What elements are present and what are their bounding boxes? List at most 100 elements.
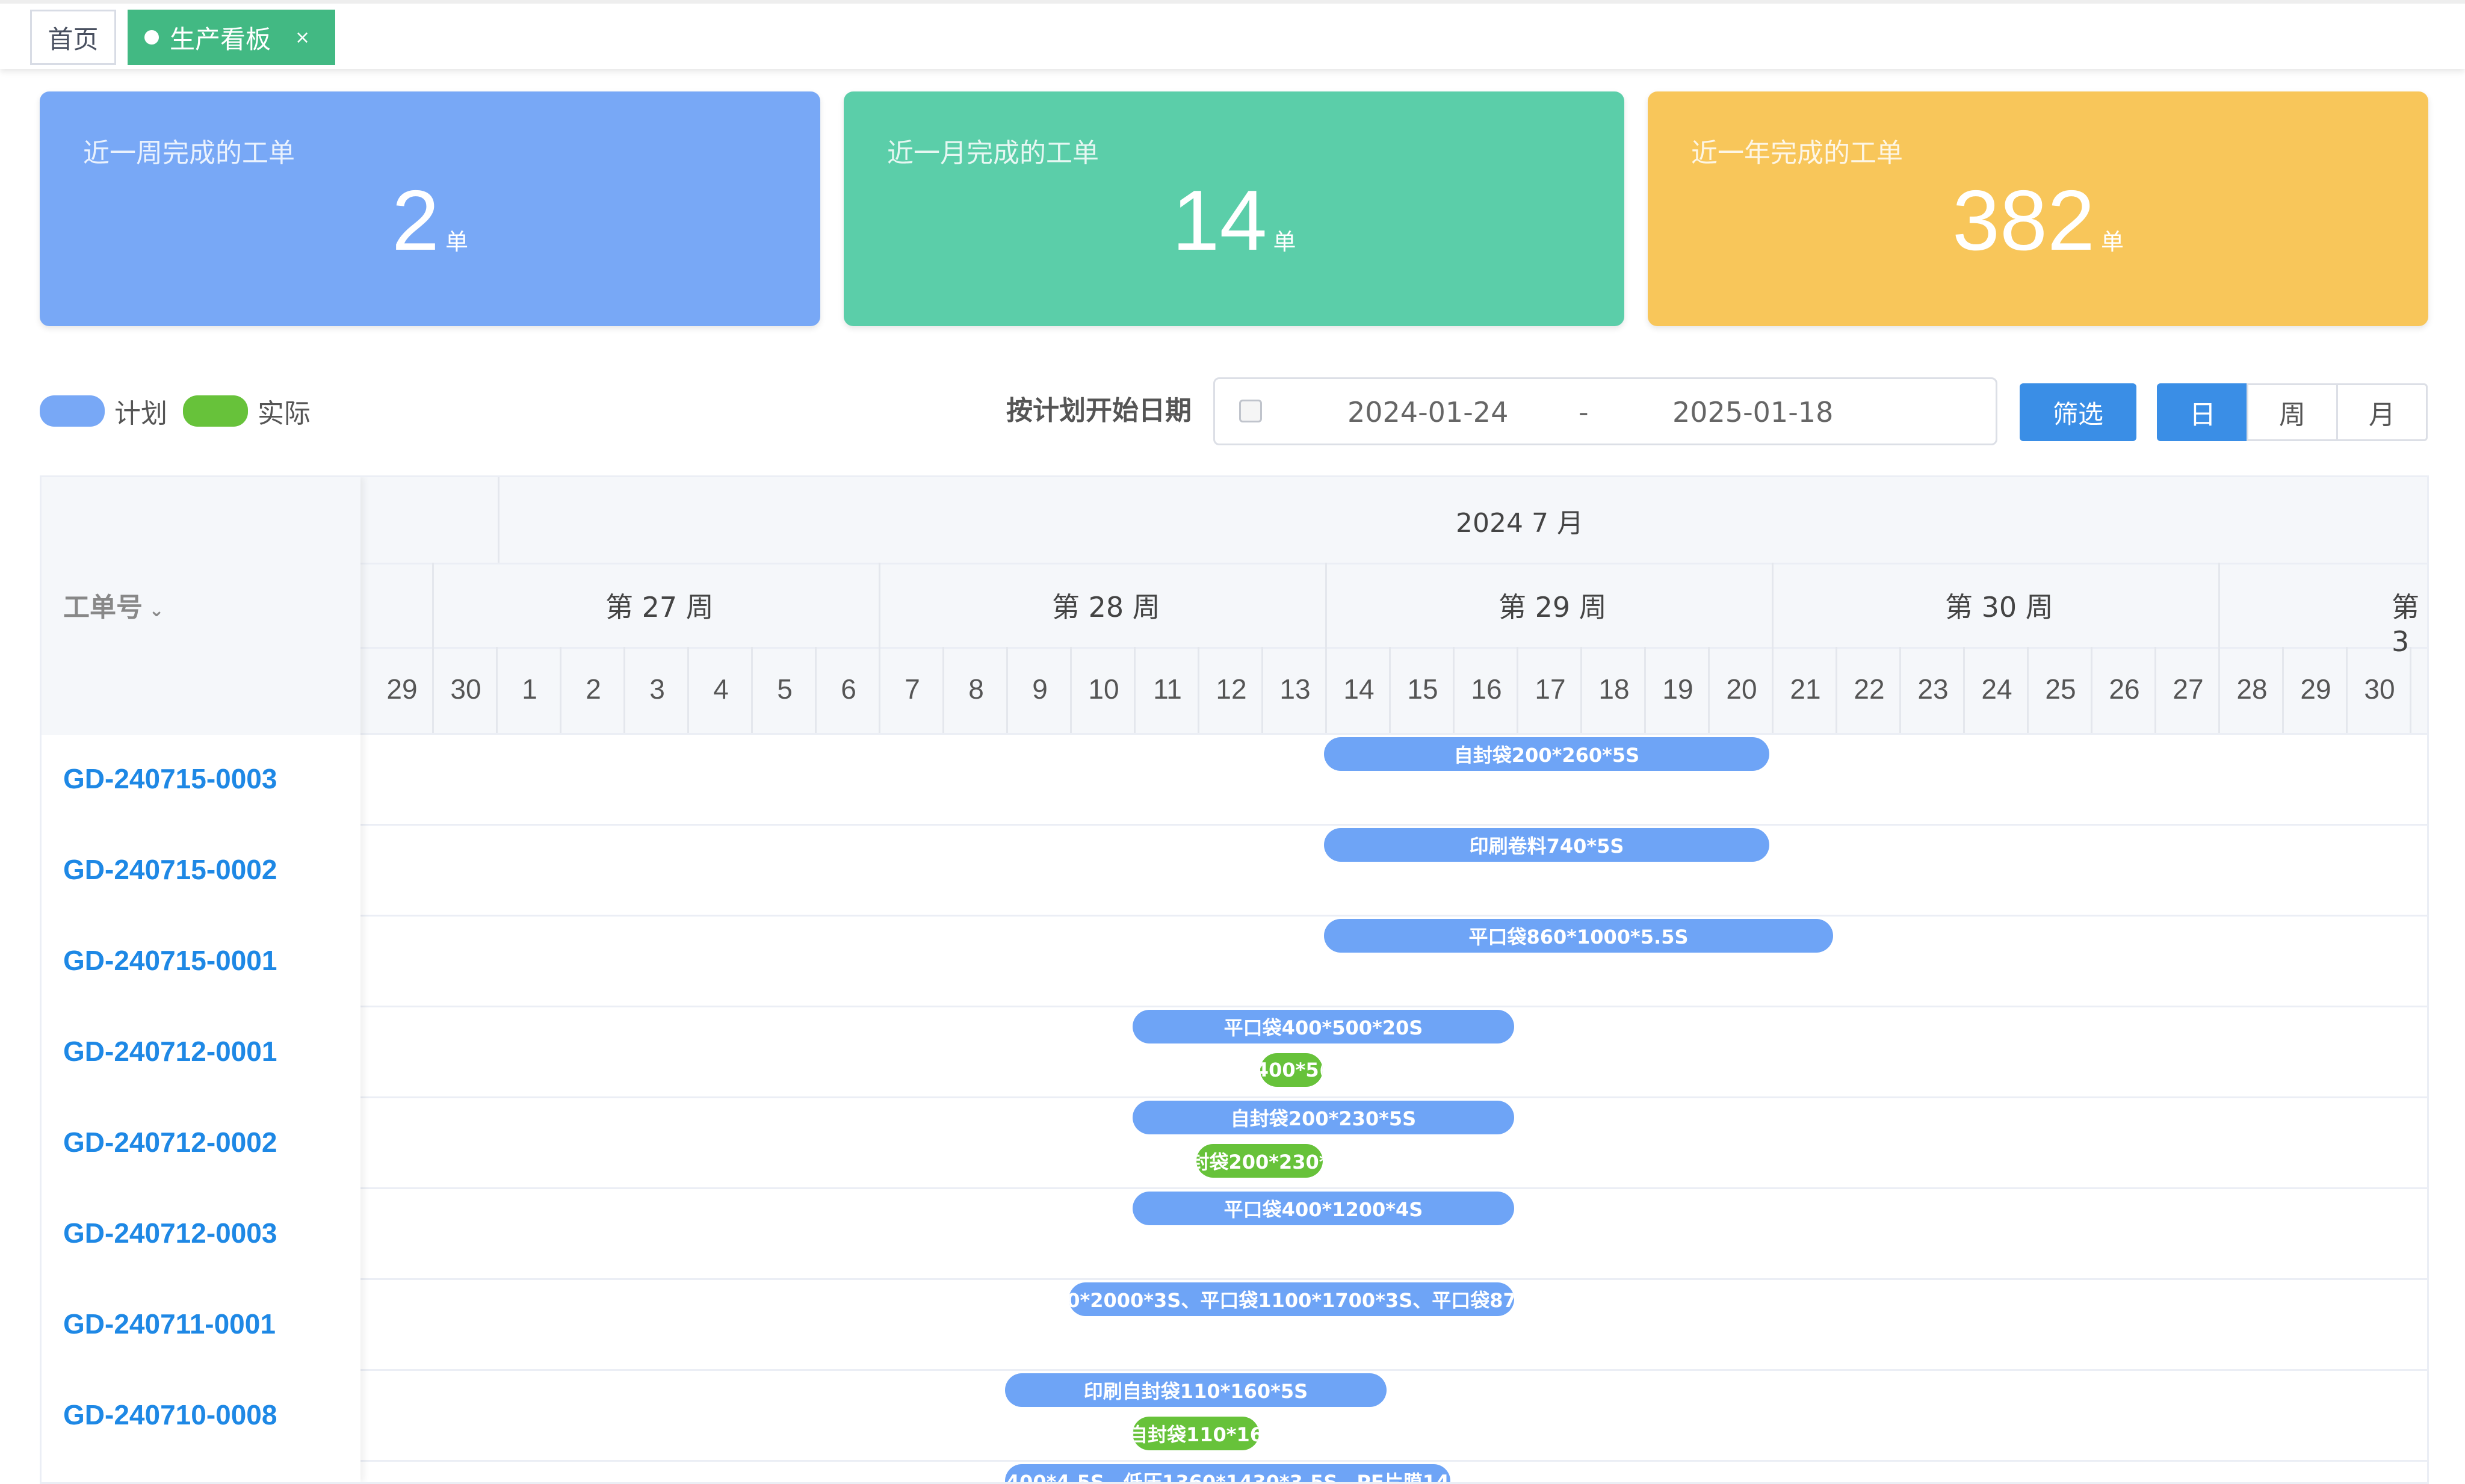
week-divider [2218, 563, 2220, 647]
day-label: 16 [1471, 673, 1502, 705]
plan-bar[interactable]: 自封袋200*230*5S [1133, 1101, 1514, 1134]
week-divider [432, 563, 434, 647]
day-label: 22 [1854, 673, 1885, 705]
stat-card-title: 近一月完成的工单 [887, 138, 1099, 168]
row-divider [42, 915, 2427, 917]
tab-home[interactable]: 首页 [30, 10, 116, 65]
header-divider [498, 477, 499, 563]
legend-plan-swatch [40, 395, 105, 427]
view-week-button[interactable]: 周 [2247, 383, 2338, 441]
filter-button[interactable]: 筛选 [2020, 383, 2136, 441]
row-divider [42, 1006, 2427, 1007]
work-order-id-link[interactable]: GD-240712-0003 [63, 1217, 277, 1249]
work-order-id-link[interactable]: GD-240715-0003 [63, 762, 277, 795]
day-label: 5 [777, 673, 793, 705]
week-label: 第 27 周 [605, 591, 714, 623]
plan-bar[interactable]: 平口袋400*1200*4S [1133, 1192, 1514, 1225]
view-month-button[interactable]: 月 [2336, 383, 2428, 441]
day-label: 18 [1598, 673, 1630, 705]
day-label: 20 [1726, 673, 1757, 705]
active-dot-icon [144, 30, 159, 45]
day-label: 19 [1662, 673, 1693, 705]
day-label: 14 [1343, 673, 1375, 705]
legend-actual-swatch [183, 395, 248, 427]
day-label: 24 [1981, 673, 2012, 705]
week-label: 第 30 周 [1945, 591, 2053, 623]
stat-card-year: 近一年完成的工单 382 单 [1648, 91, 2428, 326]
plan-bar[interactable]: 自封袋200*260*5S [1324, 737, 1769, 771]
sort-chevron-icon[interactable]: ⌄ [143, 600, 164, 621]
week-divider [879, 563, 880, 647]
day-label: 30 [450, 673, 481, 705]
work-order-id-link[interactable]: GD-240711-0001 [63, 1308, 276, 1340]
plan-bar[interactable]: 1400*4.5S、低压1360*1430*3.5S、PE片膜140 [1005, 1464, 1450, 1482]
end-date-input[interactable]: 2025-01-18 [1672, 396, 1833, 428]
legend-actual-label: 实际 [258, 398, 311, 429]
day-label: 28 [2236, 673, 2268, 705]
actual-bar[interactable]: 自封袋110*16 [1133, 1417, 1259, 1450]
row-divider [42, 1369, 2427, 1371]
tab-bar: 首页 生产看板 × [0, 0, 2465, 69]
stat-card-unit: 单 [445, 229, 468, 255]
day-label: 4 [713, 673, 729, 705]
week-label: 第 29 周 [1498, 591, 1607, 623]
calendar-icon [1239, 400, 1262, 422]
stat-card-month: 近一月完成的工单 14 单 [844, 91, 1624, 326]
day-label: 10 [1088, 673, 1119, 705]
plan-bar[interactable]: 50*2000*3S、平口袋1100*1700*3S、平口袋870 [1069, 1282, 1514, 1316]
day-label: 1 [522, 673, 537, 705]
day-label: 3 [649, 673, 665, 705]
start-date-input[interactable]: 2024-01-24 [1347, 396, 1508, 428]
work-order-id-link[interactable]: GD-240712-0002 [63, 1126, 277, 1158]
week-divider [1325, 563, 1327, 647]
tab-home-label: 首页 [48, 24, 99, 54]
date-range-picker[interactable]: 2024-01-24 - 2025-01-18 [1213, 377, 1997, 445]
plan-bar[interactable]: 印刷自封袋110*160*5S [1005, 1373, 1387, 1407]
plan-bar[interactable]: 平口袋400*500*20S [1133, 1010, 1514, 1043]
day-label: 11 [1153, 673, 1182, 705]
view-day-button[interactable]: 日 [2157, 383, 2248, 441]
day-label: 17 [1535, 673, 1566, 705]
work-order-id-link[interactable]: GD-240710-0008 [63, 1399, 277, 1431]
stat-card-value: 2 [392, 173, 439, 268]
stat-card-value: 14 [1172, 173, 1267, 268]
actual-bar[interactable]: 400*5( [1260, 1053, 1323, 1087]
week-label: 第 28 周 [1052, 591, 1160, 623]
day-label: 29 [386, 673, 418, 705]
plan-bar[interactable]: 平口袋860*1000*5.5S [1324, 919, 1833, 953]
row-divider [42, 1096, 2427, 1098]
filter-label: 按计划开始日期 [1006, 395, 1192, 426]
work-order-id-link[interactable]: GD-240715-0001 [63, 944, 277, 977]
work-order-id-link[interactable]: GD-240712-0001 [63, 1035, 277, 1068]
week-divider [1772, 563, 1774, 647]
day-label: 30 [2364, 673, 2395, 705]
filter-button-label: 筛选 [2052, 399, 2103, 429]
day-label: 23 [1917, 673, 1949, 705]
plan-bar[interactable]: 印刷卷料740*5S [1324, 828, 1769, 862]
stat-card-unit: 单 [2100, 229, 2124, 255]
day-label: 2 [586, 673, 601, 705]
close-icon[interactable]: × [295, 27, 310, 48]
day-label: 8 [968, 673, 984, 705]
day-label: 21 [1790, 673, 1821, 705]
day-label: 26 [2109, 673, 2140, 705]
stat-card-unit: 单 [1273, 229, 1296, 255]
header-divider [360, 647, 2427, 649]
work-order-id-link[interactable]: GD-240715-0002 [63, 853, 277, 886]
legend-plan-label: 计划 [114, 398, 167, 429]
day-label: 9 [1032, 673, 1048, 705]
day-label: 12 [1216, 673, 1247, 705]
row-divider [42, 1278, 2427, 1280]
day-label: 15 [1407, 673, 1438, 705]
day-label: 7 [905, 673, 920, 705]
stat-card-week: 近一周完成的工单 2单 [40, 91, 820, 326]
date-separator: - [1579, 396, 1589, 428]
header-divider [360, 563, 2427, 564]
work-order-column-header[interactable]: 工单号 ⌄ [42, 477, 360, 735]
row-divider [42, 1187, 2427, 1189]
header-bottom-line [42, 733, 2427, 735]
row-divider [42, 1460, 2427, 1462]
actual-bar[interactable]: 封袋200*230* [1196, 1144, 1323, 1178]
tab-production-board[interactable]: 生产看板 × [128, 10, 335, 65]
day-label: 27 [2173, 673, 2204, 705]
